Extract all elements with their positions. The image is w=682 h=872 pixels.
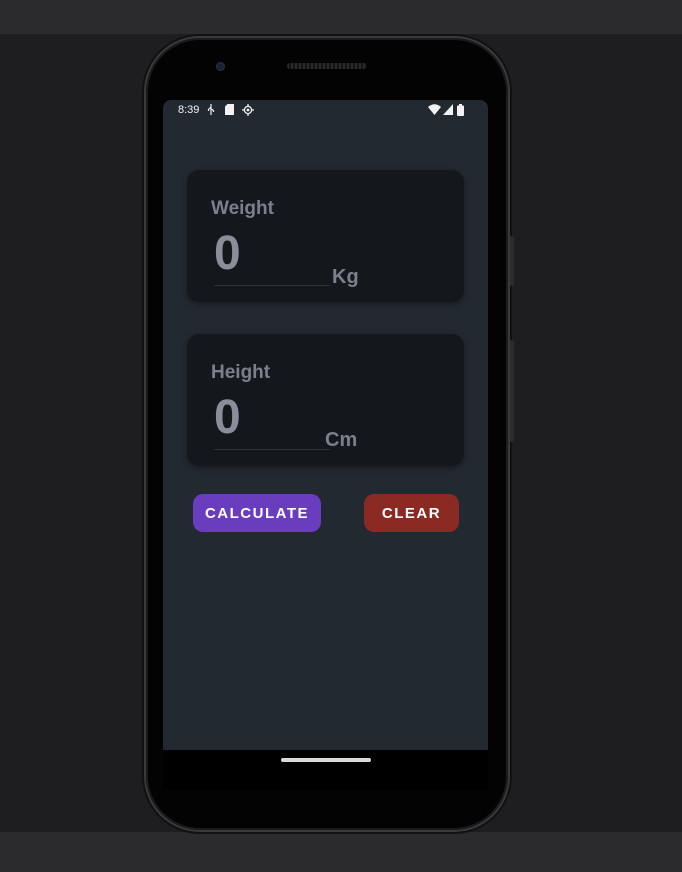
earpiece-speaker bbox=[287, 63, 367, 69]
battery-icon bbox=[457, 104, 464, 120]
height-input-underline bbox=[214, 449, 330, 450]
clear-button[interactable]: CLEAR bbox=[364, 494, 459, 532]
navigation-bar bbox=[163, 750, 488, 790]
height-unit: Cm bbox=[325, 429, 358, 451]
home-gesture-handle[interactable] bbox=[281, 758, 371, 762]
power-button[interactable] bbox=[510, 236, 514, 286]
window-bottom-band bbox=[0, 832, 682, 872]
weight-input-underline bbox=[214, 285, 330, 286]
height-input[interactable]: 0 bbox=[214, 390, 241, 446]
app-screen: 8:39 Weight 0 Kg Height 0 Cm CALCULATE C… bbox=[163, 100, 488, 750]
weight-unit: Kg bbox=[332, 266, 359, 288]
sd-card-icon bbox=[225, 104, 234, 119]
height-label: Height bbox=[211, 362, 271, 383]
calculate-button[interactable]: CALCULATE bbox=[193, 494, 321, 532]
height-card: Height 0 Cm bbox=[187, 334, 464, 466]
weight-input[interactable]: 0 bbox=[214, 226, 241, 282]
window-top-band bbox=[0, 0, 682, 34]
weight-card: Weight 0 Kg bbox=[187, 170, 464, 302]
status-time: 8:39 bbox=[178, 104, 200, 116]
usb-icon bbox=[207, 104, 215, 119]
wifi-icon bbox=[428, 104, 441, 119]
signal-icon bbox=[443, 104, 453, 119]
weight-label: Weight bbox=[211, 198, 274, 219]
front-camera-icon bbox=[216, 62, 225, 71]
volume-rocker[interactable] bbox=[510, 340, 514, 442]
status-bar: 8:39 bbox=[163, 100, 488, 122]
gps-icon bbox=[242, 104, 254, 120]
